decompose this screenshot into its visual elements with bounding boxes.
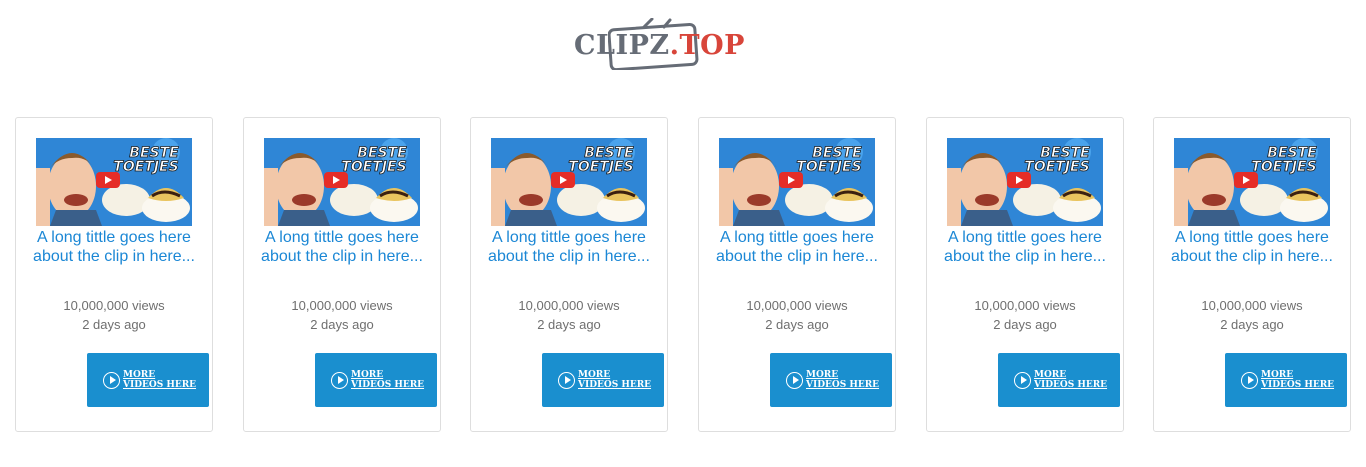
view-count: 10,000,000 views — [291, 298, 393, 313]
video-thumbnail[interactable]: BESTE TOETJES — [947, 138, 1103, 226]
video-thumbnail[interactable]: BESTE TOETJES — [36, 138, 192, 226]
button-label-line1: MORE — [806, 370, 839, 380]
more-videos-button[interactable]: MORE VIDEOS HERE — [1225, 353, 1347, 407]
view-count: 10,000,000 views — [63, 298, 165, 313]
thumbnail-text-line2: TOETJES — [568, 159, 633, 175]
button-label-line2: VIDEOS HERE — [806, 380, 880, 390]
play-circle-icon — [558, 371, 575, 389]
button-label-line2: VIDEOS HERE — [123, 380, 197, 390]
upload-age: 2 days ago — [765, 317, 829, 332]
video-card-grid: BESTE TOETJES A long tittle goes here ab… — [0, 0, 1366, 467]
thumbnail-text-line2: TOETJES — [1024, 159, 1089, 175]
button-label-line1: MORE — [1261, 370, 1294, 380]
upload-age: 2 days ago — [82, 317, 146, 332]
video-card: BESTE TOETJES A long tittle goes here ab… — [243, 117, 441, 432]
video-card: BESTE TOETJES A long tittle goes here ab… — [470, 117, 668, 432]
view-count: 10,000,000 views — [746, 298, 848, 313]
more-videos-button[interactable]: MORE VIDEOS HERE — [770, 353, 892, 407]
video-thumbnail[interactable]: BESTE TOETJES — [719, 138, 875, 226]
button-label-line2: VIDEOS HERE — [351, 380, 425, 390]
upload-age: 2 days ago — [1220, 317, 1284, 332]
more-videos-button[interactable]: MORE VIDEOS HERE — [542, 353, 664, 407]
play-circle-icon — [1241, 371, 1258, 389]
video-title-link[interactable]: A long tittle goes here about the clip i… — [252, 228, 432, 266]
thumbnail-text-line2: TOETJES — [796, 159, 861, 175]
button-label-line2: VIDEOS HERE — [578, 380, 652, 390]
play-circle-icon — [331, 371, 348, 389]
button-label-line2: VIDEOS HERE — [1261, 380, 1335, 390]
upload-age: 2 days ago — [993, 317, 1057, 332]
video-title-link[interactable]: A long tittle goes here about the clip i… — [24, 228, 204, 266]
video-card: BESTE TOETJES A long tittle goes here ab… — [926, 117, 1124, 432]
page: CLIPZ .TOP BESTE TOETJES A long tittle g… — [0, 0, 1366, 467]
video-card: BESTE TOETJES A long tittle goes here ab… — [15, 117, 213, 432]
view-count: 10,000,000 views — [518, 298, 620, 313]
play-circle-icon — [1014, 371, 1031, 389]
more-videos-button[interactable]: MORE VIDEOS HERE — [998, 353, 1120, 407]
button-label-line1: MORE — [1034, 370, 1067, 380]
video-card: BESTE TOETJES A long tittle goes here ab… — [1153, 117, 1351, 432]
video-title-link[interactable]: A long tittle goes here about the clip i… — [479, 228, 659, 266]
view-count: 10,000,000 views — [1201, 298, 1303, 313]
play-circle-icon — [786, 371, 803, 389]
view-count: 10,000,000 views — [974, 298, 1076, 313]
video-thumbnail[interactable]: BESTE TOETJES — [264, 138, 420, 226]
thumbnail-text-line2: TOETJES — [341, 159, 406, 175]
button-label-line1: MORE — [351, 370, 384, 380]
thumbnail-text-line2: TOETJES — [113, 159, 178, 175]
video-title-link[interactable]: A long tittle goes here about the clip i… — [707, 228, 887, 266]
video-card: BESTE TOETJES A long tittle goes here ab… — [698, 117, 896, 432]
thumbnail-text-line2: TOETJES — [1251, 159, 1316, 175]
video-title-link[interactable]: A long tittle goes here about the clip i… — [935, 228, 1115, 266]
more-videos-button[interactable]: MORE VIDEOS HERE — [87, 353, 209, 407]
button-label-line1: MORE — [578, 370, 611, 380]
video-title-link[interactable]: A long tittle goes here about the clip i… — [1162, 228, 1342, 266]
more-videos-button[interactable]: MORE VIDEOS HERE — [315, 353, 437, 407]
video-thumbnail[interactable]: BESTE TOETJES — [1174, 138, 1330, 226]
play-circle-icon — [103, 371, 120, 389]
button-label-line2: VIDEOS HERE — [1034, 380, 1108, 390]
upload-age: 2 days ago — [537, 317, 601, 332]
upload-age: 2 days ago — [310, 317, 374, 332]
video-thumbnail[interactable]: BESTE TOETJES — [491, 138, 647, 226]
button-label-line1: MORE — [123, 370, 156, 380]
